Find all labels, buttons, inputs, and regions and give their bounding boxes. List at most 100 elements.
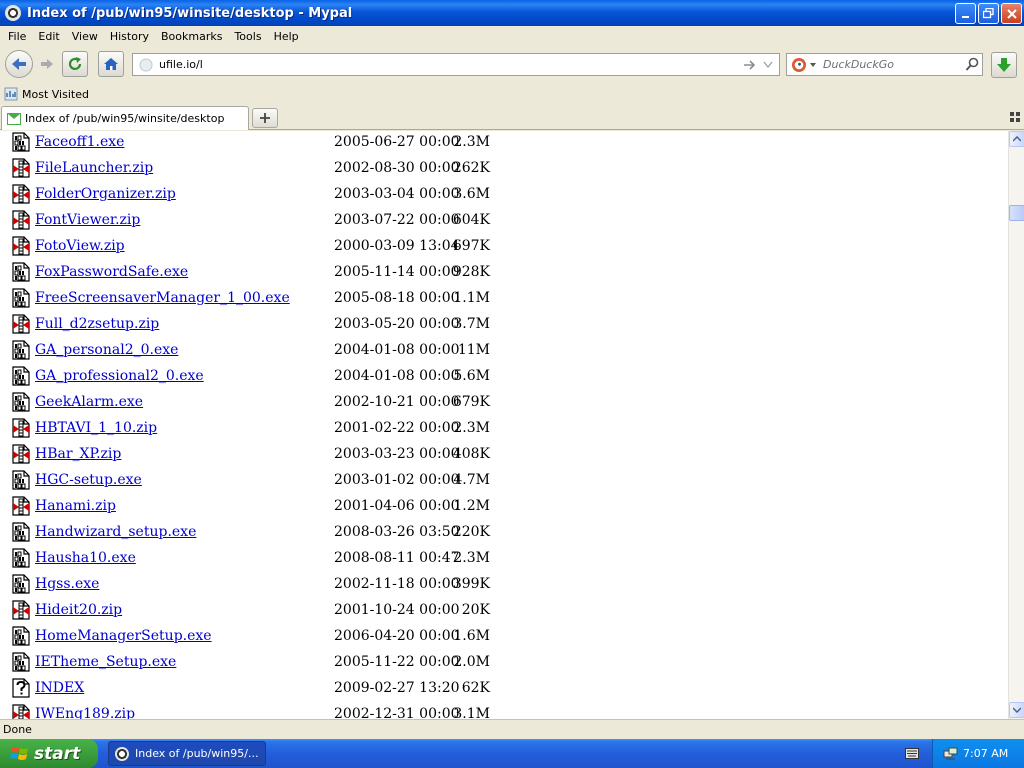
browser-window: Index of /pub/win95/winsite/desktop - My… (0, 0, 1024, 768)
file-date: 2001-04-06 00:00 (334, 498, 460, 514)
file-link[interactable]: FileLauncher.zip (35, 160, 153, 176)
forward-button[interactable] (34, 51, 60, 77)
reload-button[interactable] (62, 51, 88, 77)
zip-file-icon[interactable] (12, 418, 30, 438)
menu-view[interactable]: View (66, 30, 104, 43)
file-link[interactable]: IETheme_Setup.exe (35, 654, 176, 670)
file-link[interactable]: Full_d2zsetup.zip (35, 316, 159, 332)
binary-file-icon[interactable] (12, 652, 30, 672)
file-link[interactable]: HBar_XP.zip (35, 446, 121, 462)
duckduckgo-engine-icon[interactable] (791, 57, 807, 73)
maximize-button[interactable] (978, 3, 999, 24)
file-row: IWEng189.zip 2002-12-31 00:00 3.1M (0, 703, 1008, 719)
file-size: 604K (452, 212, 490, 228)
home-button[interactable] (98, 51, 124, 77)
minimize-button[interactable] (955, 3, 976, 24)
taskbar-item-label: Index of /pub/win95/... (135, 747, 259, 760)
taskbar: start Index of /pub/win95/... 7:07 AM (0, 739, 1024, 768)
file-link[interactable]: Hideit20.zip (35, 602, 122, 618)
scroll-down-button[interactable] (1009, 702, 1024, 718)
bookmark-most-visited[interactable]: Most Visited (22, 88, 89, 101)
scroll-up-button[interactable] (1009, 131, 1024, 147)
file-row: FotoView.zip 2000-03-09 13:04 697K (0, 235, 1008, 261)
back-button[interactable] (5, 50, 33, 78)
zip-file-icon[interactable] (12, 704, 30, 719)
file-size: 1.6M (453, 628, 490, 644)
file-link[interactable]: Hanami.zip (35, 498, 116, 514)
menu-tools[interactable]: Tools (228, 30, 267, 43)
system-tray: 7:07 AM (932, 739, 1024, 768)
zip-file-icon[interactable] (12, 600, 30, 620)
zip-file-icon[interactable] (12, 496, 30, 516)
file-link[interactable]: HomeManagerSetup.exe (35, 628, 212, 644)
binary-file-icon[interactable] (12, 470, 30, 490)
binary-file-icon[interactable] (12, 340, 30, 360)
search-bar[interactable]: DuckDuckGo (786, 53, 983, 76)
menu-help[interactable]: Help (268, 30, 305, 43)
file-link[interactable]: Faceoff1.exe (35, 134, 124, 150)
file-link[interactable]: Handwizard_setup.exe (35, 524, 196, 540)
url-dropdown-icon[interactable] (763, 61, 773, 69)
keyboard-icon[interactable] (905, 748, 919, 759)
binary-file-icon[interactable] (12, 132, 30, 152)
file-row: HBTAVI_1_10.zip 2001-02-22 00:00 2.3M (0, 417, 1008, 443)
close-button[interactable] (1001, 3, 1022, 24)
go-arrow-icon[interactable] (743, 59, 757, 71)
binary-file-icon[interactable] (12, 288, 30, 308)
engine-dropdown-icon[interactable] (810, 63, 816, 67)
file-link[interactable]: FotoView.zip (35, 238, 125, 254)
file-link[interactable]: GeekAlarm.exe (35, 394, 143, 410)
file-link[interactable]: GA_professional2_0.exe (35, 368, 204, 384)
file-link[interactable]: FontViewer.zip (35, 212, 140, 228)
binary-file-icon[interactable] (12, 262, 30, 282)
most-visited-folder-icon (4, 87, 18, 101)
file-link[interactable]: FoxPasswordSafe.exe (35, 264, 188, 280)
file-link[interactable]: FreeScreensaverManager_1_00.exe (35, 290, 290, 306)
binary-file-icon[interactable] (12, 548, 30, 568)
tab-list-icon[interactable] (1010, 112, 1020, 122)
zip-file-icon[interactable] (12, 184, 30, 204)
file-link[interactable]: HGC-setup.exe (35, 472, 142, 488)
start-button[interactable]: start (0, 739, 98, 768)
binary-file-icon[interactable] (12, 392, 30, 412)
home-icon (104, 58, 118, 70)
binary-file-icon[interactable] (12, 574, 30, 594)
file-size: 220K (452, 524, 490, 540)
menu-bookmarks[interactable]: Bookmarks (155, 30, 228, 43)
unknown-file-icon[interactable] (12, 678, 30, 698)
scroll-thumb[interactable] (1009, 205, 1024, 221)
binary-file-icon[interactable] (12, 522, 30, 542)
tab-active[interactable]: Index of /pub/win95/winsite/desktop (1, 106, 249, 130)
vertical-scrollbar[interactable] (1008, 131, 1024, 719)
search-placeholder[interactable]: DuckDuckGo (823, 58, 894, 71)
download-button[interactable] (991, 52, 1017, 78)
search-icon[interactable] (965, 57, 979, 72)
url-text[interactable]: ufile.io/l (159, 58, 203, 71)
binary-file-icon[interactable] (12, 366, 30, 386)
directory-listing: Faceoff1.exe 2005-06-27 00:00 2.3M FileLaun… (0, 131, 1008, 719)
file-link[interactable]: Hgss.exe (35, 576, 99, 592)
url-bar[interactable]: ufile.io/l (132, 53, 780, 76)
new-tab-button[interactable] (252, 108, 278, 128)
taskbar-item-browser[interactable]: Index of /pub/win95/... (108, 741, 266, 766)
file-row: Hideit20.zip 2001-10-24 00:00 20K (0, 599, 1008, 625)
zip-file-icon[interactable] (12, 158, 30, 178)
zip-file-icon[interactable] (12, 236, 30, 256)
file-link[interactable]: Hausha10.exe (35, 550, 136, 566)
file-link[interactable]: HBTAVI_1_10.zip (35, 420, 157, 436)
menu-history[interactable]: History (104, 30, 155, 43)
menu-file[interactable]: File (2, 30, 32, 43)
zip-file-icon[interactable] (12, 314, 30, 334)
file-row: Handwizard_setup.exe 2008-03-26 03:50 220K (0, 521, 1008, 547)
network-icon[interactable] (943, 746, 959, 762)
zip-file-icon[interactable] (12, 210, 30, 230)
file-link[interactable]: IWEng189.zip (35, 706, 135, 719)
file-link[interactable]: FolderOrganizer.zip (35, 186, 176, 202)
menu-edit[interactable]: Edit (32, 30, 65, 43)
binary-file-icon[interactable] (12, 626, 30, 646)
file-size: 62K (461, 680, 490, 696)
file-link[interactable]: GA_personal2_0.exe (35, 342, 178, 358)
file-date: 2005-11-22 00:00 (334, 654, 460, 670)
zip-file-icon[interactable] (12, 444, 30, 464)
file-link[interactable]: INDEX (35, 680, 84, 696)
